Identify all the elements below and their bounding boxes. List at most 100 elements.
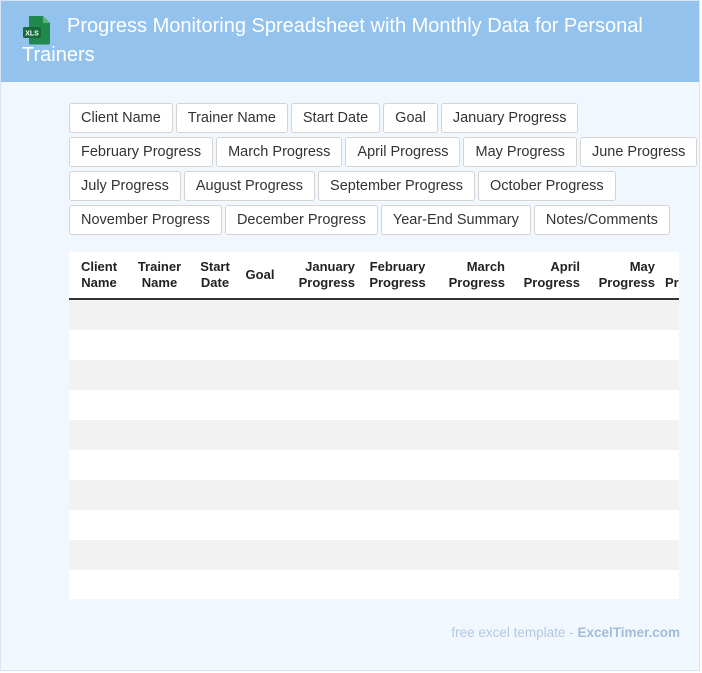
table-cell[interactable] bbox=[69, 330, 129, 360]
table-cell[interactable] bbox=[360, 570, 435, 599]
table-cell[interactable] bbox=[129, 420, 190, 450]
table-cell[interactable] bbox=[129, 510, 190, 540]
table-cell[interactable] bbox=[129, 480, 190, 510]
table-cell[interactable] bbox=[435, 450, 510, 480]
table-cell[interactable] bbox=[510, 450, 585, 480]
table-cell[interactable] bbox=[360, 420, 435, 450]
table-cell[interactable] bbox=[190, 299, 240, 330]
table-cell[interactable] bbox=[435, 570, 510, 599]
table-cell[interactable] bbox=[240, 450, 280, 480]
table-cell[interactable] bbox=[240, 540, 280, 570]
table-cell[interactable] bbox=[510, 540, 585, 570]
table-cell[interactable] bbox=[240, 480, 280, 510]
table-cell[interactable] bbox=[585, 390, 660, 420]
table-cell[interactable] bbox=[280, 540, 360, 570]
table-cell[interactable] bbox=[360, 480, 435, 510]
table-cell[interactable] bbox=[660, 420, 679, 450]
table-cell[interactable] bbox=[69, 570, 129, 599]
table-cell[interactable] bbox=[69, 360, 129, 390]
table-cell[interactable] bbox=[240, 510, 280, 540]
table-cell[interactable] bbox=[660, 480, 679, 510]
table-cell[interactable] bbox=[280, 360, 360, 390]
table-cell[interactable] bbox=[360, 360, 435, 390]
table-cell[interactable] bbox=[435, 510, 510, 540]
table-cell[interactable] bbox=[129, 390, 190, 420]
table-cell[interactable] bbox=[585, 420, 660, 450]
table-cell[interactable] bbox=[360, 510, 435, 540]
table-cell[interactable] bbox=[660, 540, 679, 570]
table-cell[interactable] bbox=[190, 330, 240, 360]
table-cell[interactable] bbox=[435, 480, 510, 510]
table-cell[interactable] bbox=[585, 510, 660, 540]
table-cell[interactable] bbox=[435, 330, 510, 360]
table-cell[interactable] bbox=[190, 420, 240, 450]
table-cell[interactable] bbox=[129, 570, 190, 599]
table-cell[interactable] bbox=[510, 510, 585, 540]
table-cell[interactable] bbox=[585, 480, 660, 510]
table-cell[interactable] bbox=[510, 480, 585, 510]
table-cell[interactable] bbox=[585, 570, 660, 599]
table-cell[interactable] bbox=[360, 540, 435, 570]
table-cell[interactable] bbox=[190, 570, 240, 599]
table-cell[interactable] bbox=[585, 330, 660, 360]
table-cell[interactable] bbox=[240, 420, 280, 450]
table-cell[interactable] bbox=[190, 360, 240, 390]
table-cell[interactable] bbox=[129, 299, 190, 330]
table-cell[interactable] bbox=[660, 360, 679, 390]
table-cell[interactable] bbox=[280, 299, 360, 330]
table-cell[interactable] bbox=[69, 390, 129, 420]
table-cell[interactable] bbox=[660, 330, 679, 360]
table-cell[interactable] bbox=[280, 390, 360, 420]
table-cell[interactable] bbox=[435, 540, 510, 570]
table-cell[interactable] bbox=[190, 540, 240, 570]
table-cell[interactable] bbox=[585, 360, 660, 390]
table-cell[interactable] bbox=[660, 299, 679, 330]
table-cell[interactable] bbox=[280, 450, 360, 480]
table-cell[interactable] bbox=[660, 450, 679, 480]
table-cell[interactable] bbox=[280, 570, 360, 599]
table-cell[interactable] bbox=[129, 540, 190, 570]
table-cell[interactable] bbox=[129, 330, 190, 360]
table-cell[interactable] bbox=[435, 390, 510, 420]
table-cell[interactable] bbox=[280, 480, 360, 510]
table-cell[interactable] bbox=[280, 420, 360, 450]
table-cell[interactable] bbox=[510, 299, 585, 330]
table-cell[interactable] bbox=[435, 360, 510, 390]
table-cell[interactable] bbox=[360, 390, 435, 420]
table-cell[interactable] bbox=[190, 450, 240, 480]
table-cell[interactable] bbox=[435, 420, 510, 450]
table-cell[interactable] bbox=[585, 299, 660, 330]
table-cell[interactable] bbox=[190, 480, 240, 510]
table-cell[interactable] bbox=[435, 299, 510, 330]
table-cell[interactable] bbox=[240, 390, 280, 420]
table-cell[interactable] bbox=[510, 570, 585, 599]
table-cell[interactable] bbox=[69, 480, 129, 510]
table-cell[interactable] bbox=[240, 360, 280, 390]
table-cell[interactable] bbox=[660, 570, 679, 599]
table-cell[interactable] bbox=[660, 390, 679, 420]
table-cell[interactable] bbox=[510, 420, 585, 450]
table-cell[interactable] bbox=[660, 510, 679, 540]
footer-brand-link[interactable]: ExcelTimer.com bbox=[577, 625, 680, 640]
table-cell[interactable] bbox=[360, 299, 435, 330]
table-cell[interactable] bbox=[69, 299, 129, 330]
table-cell[interactable] bbox=[360, 330, 435, 360]
table-cell[interactable] bbox=[69, 540, 129, 570]
table-cell[interactable] bbox=[129, 360, 190, 390]
table-cell[interactable] bbox=[510, 330, 585, 360]
table-cell[interactable] bbox=[69, 510, 129, 540]
table-cell[interactable] bbox=[69, 450, 129, 480]
table-cell[interactable] bbox=[280, 330, 360, 360]
table-cell[interactable] bbox=[190, 510, 240, 540]
table-cell[interactable] bbox=[240, 570, 280, 599]
table-cell[interactable] bbox=[240, 299, 280, 330]
table-cell[interactable] bbox=[129, 450, 190, 480]
table-cell[interactable] bbox=[280, 510, 360, 540]
table-cell[interactable] bbox=[360, 450, 435, 480]
table-cell[interactable] bbox=[510, 360, 585, 390]
table-cell[interactable] bbox=[190, 390, 240, 420]
table-cell[interactable] bbox=[69, 420, 129, 450]
table-cell[interactable] bbox=[240, 330, 280, 360]
table-cell[interactable] bbox=[585, 540, 660, 570]
table-cell[interactable] bbox=[510, 390, 585, 420]
